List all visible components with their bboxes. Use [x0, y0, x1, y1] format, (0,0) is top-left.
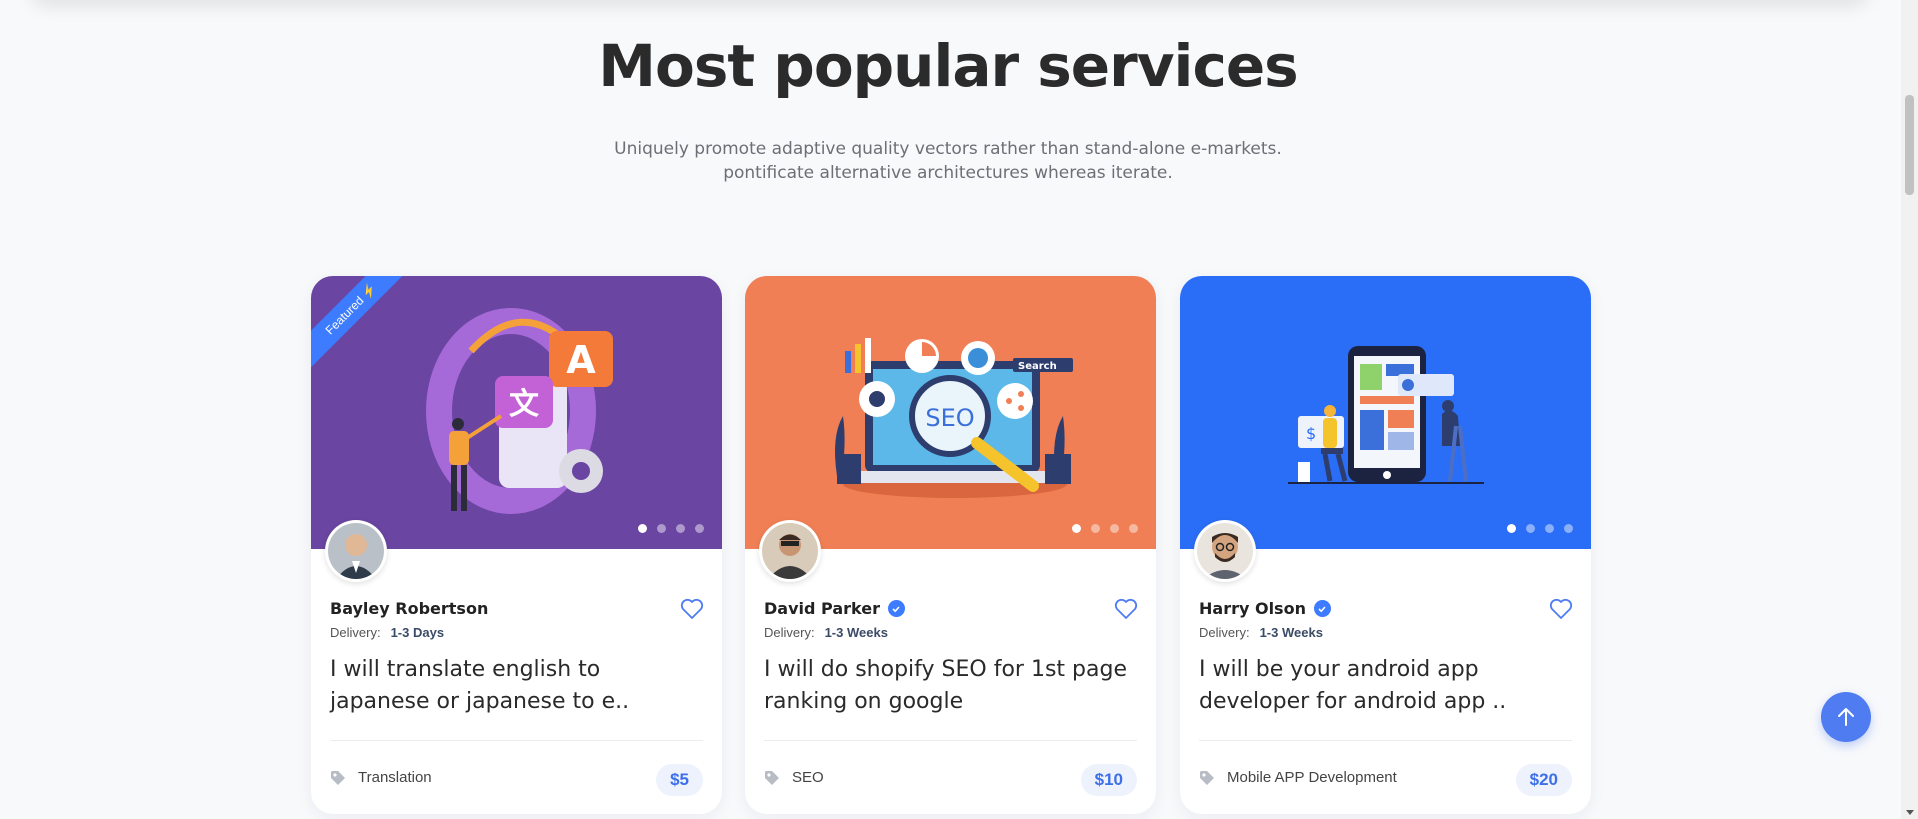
service-card-seo[interactable]: SEO Search David Parker Delivery: 1-3 We…	[745, 276, 1156, 814]
seo-illustration: SEO Search	[745, 276, 1156, 549]
divider	[764, 740, 1137, 741]
heart-icon[interactable]	[1549, 598, 1573, 620]
verified-badge-icon	[1313, 600, 1331, 617]
delivery-value: 1-3 Weeks	[824, 625, 888, 640]
svg-text:A: A	[566, 338, 596, 382]
gig-title[interactable]: I will do shopify SEO for 1st page ranki…	[764, 654, 1136, 718]
gig-title[interactable]: I will be your android app developer for…	[1199, 654, 1571, 718]
service-image-mobile-app[interactable]: $	[1180, 276, 1591, 549]
seller-name[interactable]: Bayley Robertson	[330, 599, 488, 618]
avatar[interactable]	[1194, 520, 1256, 582]
service-image-translation[interactable]: A 文 Featured ⚡	[311, 276, 722, 549]
svg-text:Search: Search	[1018, 361, 1057, 372]
delivery-info: Delivery: 1-3 Weeks	[1199, 625, 1323, 640]
divider	[330, 740, 703, 741]
tag-icon	[331, 770, 345, 785]
mobile-app-illustration: $	[1180, 276, 1591, 549]
price-badge: $20	[1515, 764, 1572, 796]
carousel-dots[interactable]	[638, 524, 704, 533]
delivery-info: Delivery: 1-3 Weeks	[764, 625, 888, 640]
category-label[interactable]: SEO	[792, 769, 824, 786]
category[interactable]: Mobile APP Development	[1199, 769, 1397, 786]
service-image-seo[interactable]: SEO Search	[745, 276, 1156, 549]
avatar[interactable]	[325, 520, 387, 582]
carousel-dots[interactable]	[1072, 524, 1138, 533]
section-subtitle: Uniquely promote adaptive quality vector…	[614, 139, 1282, 183]
carousel-dot[interactable]	[1564, 524, 1573, 533]
delivery-label: Delivery:	[1199, 625, 1250, 640]
delivery-value: 1-3 Days	[390, 625, 445, 640]
divider	[1199, 740, 1572, 741]
verified-badge-icon	[887, 600, 905, 617]
category-label[interactable]: Mobile APP Development	[1227, 769, 1397, 786]
price-badge: $10	[1080, 764, 1137, 796]
carousel-dot[interactable]	[657, 524, 666, 533]
gig-title[interactable]: I will translate english to japanese or …	[330, 654, 702, 718]
svg-text:文: 文	[509, 387, 539, 422]
heart-icon[interactable]	[680, 598, 704, 620]
seller-name[interactable]: Harry Olson	[1199, 599, 1331, 618]
delivery-label: Delivery:	[330, 625, 381, 640]
carousel-dot[interactable]	[1110, 524, 1119, 533]
carousel-dot[interactable]	[1129, 524, 1138, 533]
category[interactable]: Translation	[330, 769, 432, 786]
tag-icon	[765, 770, 779, 785]
seller-name-text[interactable]: David Parker	[764, 599, 880, 618]
avatar[interactable]	[759, 520, 821, 582]
section-title: Most popular services	[598, 32, 1298, 100]
service-card-translation[interactable]: A 文 Featured ⚡ Bayley Robertson Delivery…	[311, 276, 722, 814]
translation-illustration: A 文	[311, 276, 722, 549]
delivery-info: Delivery: 1-3 Days	[330, 625, 444, 640]
carousel-dot[interactable]	[1545, 524, 1554, 533]
seller-name[interactable]: David Parker	[764, 599, 905, 618]
heart-icon[interactable]	[1114, 598, 1138, 620]
carousel-dots[interactable]	[1507, 524, 1573, 533]
category-label[interactable]: Translation	[358, 769, 432, 786]
carousel-dot[interactable]	[1072, 524, 1081, 533]
price-badge: $5	[656, 764, 703, 796]
svg-text:$: $	[1306, 424, 1316, 443]
carousel-dot[interactable]	[1507, 524, 1516, 533]
carousel-dot[interactable]	[1091, 524, 1100, 533]
carousel-dot[interactable]	[676, 524, 685, 533]
page-scrollbar[interactable]	[1901, 0, 1918, 819]
seller-name-text[interactable]: Bayley Robertson	[330, 599, 488, 618]
tag-icon	[1200, 770, 1214, 785]
delivery-label: Delivery:	[764, 625, 815, 640]
category[interactable]: SEO	[764, 769, 824, 786]
service-card-mobile-app[interactable]: $ Harry Olson Delivery: 1-3 Weeks I will…	[1180, 276, 1591, 814]
carousel-dot[interactable]	[695, 524, 704, 533]
scroll-down-arrow-icon[interactable]	[1906, 810, 1914, 815]
scroll-to-top-button[interactable]	[1821, 692, 1871, 742]
scrollbar-thumb[interactable]	[1905, 95, 1914, 195]
seller-name-text[interactable]: Harry Olson	[1199, 599, 1306, 618]
carousel-dot[interactable]	[1526, 524, 1535, 533]
delivery-value: 1-3 Weeks	[1259, 625, 1323, 640]
svg-text:SEO: SEO	[925, 404, 974, 432]
arrow-up-icon	[1838, 708, 1854, 726]
carousel-dot[interactable]	[638, 524, 647, 533]
